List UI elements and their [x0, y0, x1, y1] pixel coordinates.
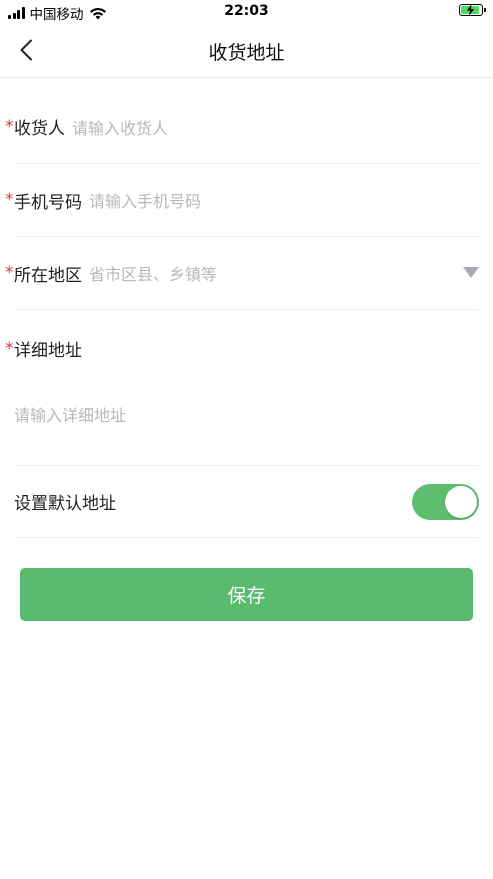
required-mark: *: [5, 116, 14, 137]
region-select[interactable]: 省市区县、乡镇等: [89, 261, 217, 285]
region-label: 所在地区: [14, 265, 82, 286]
triangle-down-icon[interactable]: [463, 267, 479, 278]
charging-bolt-icon: [467, 4, 474, 16]
phone-row[interactable]: * 手机号码 请输入手机号码: [5, 164, 479, 237]
address-form: * 收货人 请输入收货人 * 手机号码 请输入手机号码 * 所在地区 省市区县、…: [5, 90, 479, 538]
default-address-label: 设置默认地址: [14, 494, 116, 514]
page-title: 收货地址: [208, 42, 285, 64]
required-mark: *: [5, 263, 14, 283]
receiver-label: 收货人: [14, 119, 65, 139]
region-row[interactable]: * 所在地区 省市区县、乡镇等: [5, 237, 479, 310]
nav-bar: 收货地址: [0, 24, 493, 78]
status-time: 22:03: [224, 3, 269, 19]
receiver-row[interactable]: * 收货人 请输入收货人: [5, 90, 479, 164]
toggle-knob: [445, 486, 477, 518]
required-mark: *: [5, 338, 14, 359]
required-mark: *: [5, 190, 14, 210]
detail-label: 详细地址: [14, 341, 82, 361]
status-right: [459, 4, 486, 16]
phone-input[interactable]: 请输入手机号码: [89, 188, 201, 212]
default-address-toggle[interactable]: [412, 484, 479, 520]
receiver-input[interactable]: 请输入收货人: [72, 115, 168, 139]
phone-label: 手机号码: [14, 192, 82, 213]
detail-address-block: * 详细地址 请输入详细地址: [5, 310, 479, 466]
detail-label-wrap: * 详细地址: [5, 336, 82, 362]
battery-icon: [459, 4, 486, 16]
status-bar: 中国移动 22:03: [0, 0, 493, 24]
detail-address-textarea[interactable]: 请输入详细地址: [14, 402, 126, 426]
default-address-row: 设置默认地址: [14, 466, 479, 538]
save-button[interactable]: 保存: [20, 568, 473, 621]
